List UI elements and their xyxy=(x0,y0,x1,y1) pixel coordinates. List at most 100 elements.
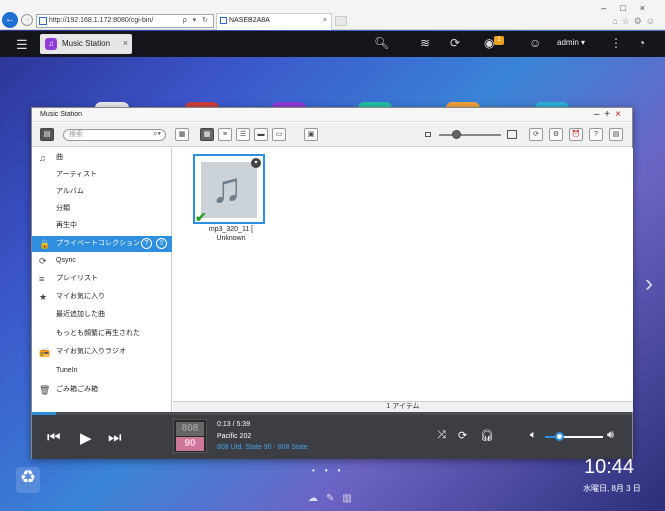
detail-view-button[interactable]: ▦ xyxy=(175,128,189,141)
sidebar-item-songs[interactable]: ♫ 曲 xyxy=(32,150,172,166)
sidebar-item-favorites[interactable]: ★ マイお気に入り xyxy=(32,289,172,305)
radio-icon: 📻 xyxy=(39,347,51,357)
info-button[interactable]: ▤ xyxy=(609,128,623,141)
tab-close-icon[interactable]: × xyxy=(323,14,327,28)
playlist-icon: ≡ xyxy=(39,274,45,284)
alarm-button[interactable]: ⏰ xyxy=(569,128,583,141)
page-indicator[interactable]: ••• xyxy=(312,466,350,475)
sidebar-item-trash[interactable]: 🗑 ごみ箱ごみ箱 xyxy=(32,382,172,398)
sidebar-item-most-played[interactable]: もっとも頻繁に再生された xyxy=(32,326,172,342)
music-station-tab[interactable]: ♫ Music Station × xyxy=(40,34,132,54)
sidebar-item-label: 曲 xyxy=(56,154,63,161)
coverflow-view-button[interactable]: ▬ xyxy=(254,128,268,141)
browser-tools-icons[interactable]: ⌂☆⚙☺ xyxy=(612,16,659,27)
back-button[interactable]: ← xyxy=(2,12,18,28)
search-icon[interactable]: 🔍︎ xyxy=(374,36,389,50)
headphones-icon[interactable]: 🎧︎ xyxy=(480,429,494,442)
search-icon[interactable]: ⌕▾ xyxy=(153,129,161,139)
playback-time: 0:13 / 5:39 xyxy=(217,421,251,428)
address-controls[interactable]: ρ ▾ ↻ xyxy=(183,15,210,27)
refresh-button[interactable]: ⟳ xyxy=(529,128,543,141)
thumbnail-large-icon xyxy=(507,130,517,139)
album-title[interactable]: mp3_320_11 [ xyxy=(193,226,269,233)
previous-track-icon[interactable]: ⏮ xyxy=(47,429,61,446)
settings-button[interactable]: ⚙ xyxy=(549,128,563,141)
window-controls[interactable]: –□× xyxy=(601,3,659,13)
playback-progress[interactable] xyxy=(32,412,632,415)
shuffle-icon[interactable]: ⤨ xyxy=(437,429,446,442)
sidebar-item-recently-added[interactable]: 最近追加した曲 xyxy=(32,307,172,323)
star-icon: ★ xyxy=(39,292,48,302)
music-note-icon: ♫ xyxy=(39,153,46,163)
check-icon: ✔ xyxy=(195,209,207,225)
sidebar: ♫ 曲 アーティスト アルバム 分類 再生中 🔒 プライベートコレクション ? … xyxy=(32,148,172,412)
user-icon[interactable]: ☺ xyxy=(529,36,541,50)
sidebar-item-albums[interactable]: アルバム xyxy=(32,184,172,200)
window-close-icon[interactable]: × xyxy=(615,109,626,120)
browser-tab[interactable]: NASEB2A8A × xyxy=(216,13,332,30)
album-grid: ♫ ▾ ✔ mp3_320_11 [ Unknown xyxy=(173,148,633,401)
item-count: 1 アイテム xyxy=(173,401,633,412)
sidebar-item-label: マイお気に入り xyxy=(56,293,105,300)
sidebar-item-playlists[interactable]: ≡ プレイリスト xyxy=(32,271,172,287)
sidebar-item-label: プレイリスト xyxy=(56,275,98,282)
sidebar-item-tunein[interactable]: TuneIn xyxy=(32,363,172,379)
sidebar-item-now-playing[interactable]: 再生中 xyxy=(32,218,172,234)
thumbnail-view-button[interactable]: ▦ xyxy=(200,128,214,141)
art-text-top: 808 xyxy=(176,422,204,436)
lock-icon: 🔒 xyxy=(39,239,51,249)
sidebar-item-genres[interactable]: 分類 xyxy=(32,201,172,217)
desktop-date: 水曜日, 8月 3 日 xyxy=(583,484,641,493)
window-controls[interactable]: –+× xyxy=(594,109,626,120)
album-thumbnail[interactable]: ♫ ▾ ✔ xyxy=(193,154,265,225)
recycle-bin-icon[interactable]: ♻ xyxy=(16,467,40,493)
bottom-tray-icons[interactable]: ☁✎▥ xyxy=(308,493,360,504)
new-tab-button[interactable] xyxy=(335,16,347,26)
volume-knob[interactable] xyxy=(554,432,564,441)
sidebar-item-label: 再生中 xyxy=(56,222,77,229)
forward-button[interactable]: → xyxy=(21,14,33,26)
more-options-icon[interactable]: ⋮ xyxy=(610,36,622,50)
volume-low-icon[interactable]: 🔈︎ xyxy=(530,429,537,442)
play-icon[interactable]: ▶ xyxy=(80,429,92,447)
import-button[interactable]: ▣ xyxy=(304,128,318,141)
sidebar-item-qsync[interactable]: ⟳ Qsync xyxy=(32,253,172,269)
sidebar-item-artists[interactable]: アーティスト xyxy=(32,167,172,183)
sync-icon[interactable]: ⟳ xyxy=(450,36,460,50)
main-menu-icon[interactable]: ☰ xyxy=(16,37,28,53)
sidebar-toggle-button[interactable]: ▤ xyxy=(40,128,54,141)
app-tab-label: Music Station xyxy=(62,39,111,48)
toolbar: ▤ 検索 ⌕▾ ▦ ▦ ≡ ☰ ▬ ▭ ▣ ⟳ ⚙ ⏰ ? ▤ xyxy=(32,123,632,147)
search-input[interactable]: 検索 ⌕▾ xyxy=(63,129,166,141)
next-page-arrow-icon[interactable]: › xyxy=(645,270,653,298)
thumbnail-size-knob[interactable] xyxy=(452,130,461,139)
song-artist[interactable]: 808 Utd. State 90 - 808 State xyxy=(217,444,308,451)
folder-view-button[interactable]: ▭ xyxy=(272,128,286,141)
tasks-icon[interactable]: ≋ xyxy=(420,36,430,50)
list-view-button[interactable]: ≡ xyxy=(218,128,232,141)
notification-icon[interactable]: ◉ xyxy=(484,36,494,50)
thumbnail-size-slider[interactable] xyxy=(439,134,501,136)
sidebar-item-label: 最近追加した曲 xyxy=(56,311,105,318)
sidebar-item-private-collection[interactable]: 🔒 プライベートコレクション ? ⇧ xyxy=(32,236,172,252)
thumbnail-small-icon xyxy=(425,132,431,137)
address-bar[interactable]: http://192.168.1.172:8080/cgi-bin/ ρ ▾ ↻ xyxy=(36,14,214,28)
app-tab-close-icon[interactable]: × xyxy=(123,38,128,48)
sidebar-item-favorite-radio[interactable]: 📻 マイお気に入りラジオ xyxy=(32,344,172,360)
music-station-icon: ♫ xyxy=(45,38,57,50)
album-options-icon[interactable]: ▾ xyxy=(251,158,261,168)
player-bar: ⏮ ▶ ⏭ 808 90 0:13 / 5:39 Pacific 202 808… xyxy=(32,412,632,459)
album-artist: Unknown xyxy=(216,235,246,242)
volume-high-icon[interactable]: 🔊︎ xyxy=(607,429,614,442)
trash-icon: 🗑 xyxy=(39,385,51,395)
dashboard-icon[interactable]: ◔ xyxy=(638,36,645,50)
help-button[interactable]: ? xyxy=(589,128,603,141)
now-playing-art: 808 90 xyxy=(173,419,207,453)
detail-list-view-button[interactable]: ☰ xyxy=(236,128,250,141)
lock-settings-icon[interactable]: ⇧ xyxy=(156,238,167,249)
help-circle-icon[interactable]: ? xyxy=(141,238,152,249)
next-track-icon[interactable]: ⏭ xyxy=(108,429,122,446)
admin-menu[interactable]: admin ▾ xyxy=(557,38,585,47)
repeat-icon[interactable]: ⟳ xyxy=(458,429,467,442)
window-titlebar[interactable]: Music Station –+× xyxy=(32,108,632,122)
